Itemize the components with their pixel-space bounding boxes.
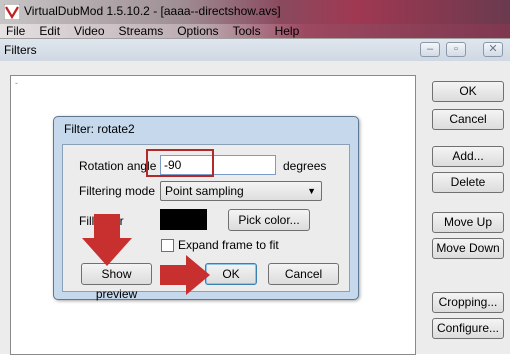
menu-streams[interactable]: Streams <box>119 24 164 38</box>
dialog-ok-button[interactable]: OK <box>205 263 257 285</box>
move-up-button[interactable]: Move Up <box>432 212 504 233</box>
filtering-mode-value: Point sampling <box>165 184 244 198</box>
list-marker: - <box>15 78 18 88</box>
cancel-button[interactable]: Cancel <box>432 109 504 130</box>
pick-color-button[interactable]: Pick color... <box>228 209 310 231</box>
filtering-mode-label: Filtering mode <box>79 184 156 198</box>
angle-highlight-box <box>146 149 214 177</box>
cropping-button[interactable]: Cropping... <box>432 292 504 313</box>
menu-help[interactable]: Help <box>275 24 300 38</box>
move-down-button[interactable]: Move Down <box>432 238 504 259</box>
arrow-right-icon <box>160 255 210 295</box>
arrow-down-icon <box>82 214 132 266</box>
menu-edit[interactable]: Edit <box>39 24 60 38</box>
menu-file[interactable]: File <box>6 24 25 38</box>
delete-button[interactable]: Delete <box>432 172 504 193</box>
filters-title: Filters <box>4 43 37 57</box>
rotation-unit-label: degrees <box>283 159 327 173</box>
app-title: VirtualDubMod 1.5.10.2 - [aaaa--directsh… <box>24 4 281 18</box>
dialog-cancel-button[interactable]: Cancel <box>268 263 339 285</box>
configure-button[interactable]: Configure... <box>432 318 504 339</box>
dialog-title: Filter: rotate2 <box>64 122 135 136</box>
expand-frame-label: Expand frame to fit <box>178 238 279 252</box>
ok-button[interactable]: OK <box>432 81 504 102</box>
add-button[interactable]: Add... <box>432 146 504 167</box>
app-titlebar: VirtualDubMod 1.5.10.2 - [aaaa--directsh… <box>0 0 510 24</box>
menu-bar: File Edit Video Streams Options Tools He… <box>0 24 510 38</box>
expand-frame-checkbox[interactable] <box>161 239 174 252</box>
close-icon[interactable]: ✕ <box>483 42 503 57</box>
menu-tools[interactable]: Tools <box>233 24 261 38</box>
fill-color-swatch <box>160 209 207 230</box>
chevron-down-icon: ▼ <box>307 186 316 196</box>
menu-options[interactable]: Options <box>177 24 218 38</box>
virtualdub-logo-icon <box>4 4 20 20</box>
rotation-angle-label: Rotation angle <box>79 159 157 173</box>
minimize-icon[interactable]: – <box>420 42 440 57</box>
menu-video[interactable]: Video <box>74 24 104 38</box>
maximize-icon[interactable]: ▫ <box>446 42 466 57</box>
show-preview-button[interactable]: Show preview <box>81 263 152 301</box>
filtering-mode-select[interactable]: Point sampling ▼ <box>160 181 322 201</box>
filters-titlebar: Filters – ▫ ✕ <box>0 39 510 61</box>
